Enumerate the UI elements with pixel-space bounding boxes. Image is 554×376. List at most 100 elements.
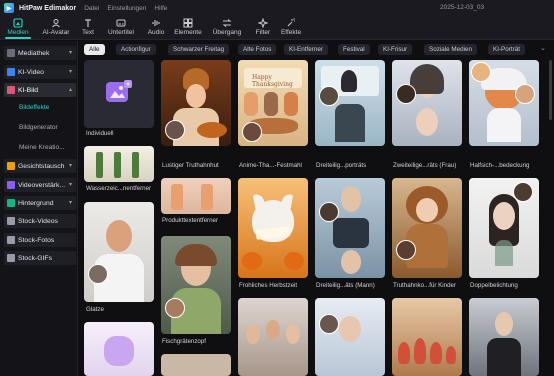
avatar	[515, 84, 535, 104]
sidebar-sub-image-effects[interactable]: Bildeffekte	[19, 104, 49, 111]
chevron-down-icon: ▾	[68, 200, 72, 206]
chip-social-media[interactable]: Soziale Medien	[424, 44, 478, 55]
card-matryoshka[interactable]	[392, 298, 462, 376]
chevron-down-icon: ▾	[68, 182, 72, 188]
tab-elements[interactable]: Elemente	[170, 18, 206, 36]
card-caption: Dreiteilig...porträts	[316, 162, 367, 169]
chevron-down-icon[interactable]: ⌄	[540, 44, 546, 52]
pumpkin-shape	[242, 252, 262, 270]
card-two-part-portrait-woman[interactable]	[392, 60, 462, 146]
sidebar-item-label: Mediathek	[18, 49, 50, 57]
cat-ear-shape	[252, 193, 266, 209]
chip-action-figure[interactable]: Actionfigur	[116, 44, 156, 55]
character-shape	[264, 92, 278, 116]
tab-audio[interactable]: Audio	[138, 18, 174, 36]
card-caption: Wasserzeic...nentferner	[86, 185, 152, 192]
sidebar-item-ai-video[interactable]: KI-Video ▾	[4, 65, 76, 79]
main-toolbar: Medien AI-Avatar Text Untertitel Audio E…	[0, 16, 554, 40]
enhance-icon	[7, 181, 15, 189]
text-icon	[85, 19, 91, 27]
app-logo-icon: ▶	[4, 3, 14, 13]
sidebar-item-label: KI-Bild	[18, 86, 39, 94]
chip-all[interactable]: Alle	[84, 44, 105, 55]
menu-help[interactable]: Hilfe	[154, 5, 167, 12]
folder-icon	[7, 49, 15, 57]
card-cute-creature[interactable]	[84, 322, 154, 376]
card-three-part-portrait-man[interactable]	[315, 178, 385, 278]
tab-media[interactable]: Medien	[0, 18, 36, 36]
sidebar-sub-image-generator[interactable]: Bildgenerator	[19, 124, 58, 131]
chip-ai-portrait[interactable]: KI-Porträt	[488, 44, 525, 55]
card-caption: Doppelbelichtung	[470, 282, 518, 289]
sidebar-item-ai-image[interactable]: KI-Bild ▴	[4, 83, 76, 97]
card-family-feast[interactable]	[238, 298, 308, 376]
face-shape	[246, 324, 260, 344]
exposure-overlay-shape	[495, 240, 513, 266]
tab-effects[interactable]: Effekte	[273, 18, 309, 36]
document-title: 2025-12-03_03	[440, 4, 485, 11]
body-shape	[333, 218, 369, 248]
tab-text[interactable]: Text	[70, 18, 106, 36]
card-caption: Produkttextentferner	[162, 217, 219, 224]
character-shape	[244, 92, 258, 116]
sidebar-item-face-swap[interactable]: Gesichtstausch ▾	[4, 159, 76, 173]
menu-file[interactable]: Datei	[84, 5, 99, 12]
chip-black-friday[interactable]: Schwarzer Freitag	[168, 44, 230, 55]
menu-settings[interactable]: Einstellungen	[107, 5, 146, 12]
transition-icon	[222, 19, 232, 27]
sidebar-item-video-enhancer[interactable]: Videoverstärk... ▾	[4, 178, 76, 192]
sidebar-item-background[interactable]: Hintergrund ▾	[4, 196, 76, 210]
card-double-exposure[interactable]	[469, 178, 539, 278]
doll-shape	[430, 342, 442, 364]
pumpkin-shape	[284, 252, 304, 270]
title-bar: ▶ HitPaw Edimakor Datei Einstellungen Hi…	[0, 0, 554, 16]
card-bald[interactable]	[84, 202, 154, 302]
face-swap-icon	[7, 162, 15, 170]
sidebar-item-label: Videoverstärk...	[18, 181, 66, 189]
tab-ai-avatar[interactable]: AI-Avatar	[38, 18, 74, 36]
character-shape	[284, 92, 298, 116]
sidebar-item-label: Stock-GIFs	[18, 254, 52, 262]
sidebar-sub-my-creations[interactable]: Meine Kreatio...	[19, 144, 65, 151]
chip-ai-remover[interactable]: KI-Entferner	[284, 44, 328, 55]
scrollbar[interactable]	[549, 60, 552, 120]
tab-transition[interactable]: Übergang	[209, 18, 245, 36]
card-caption: Lustiger Truthahnhut	[162, 162, 219, 169]
card-portrait-dark[interactable]	[469, 298, 539, 376]
card-turkey-costume-kids[interactable]	[392, 178, 462, 278]
subtitle-icon	[116, 19, 126, 27]
sidebar-item-label: Stock-Videos	[18, 217, 58, 225]
face-shape	[341, 186, 361, 212]
tab-transition-label: Übergang	[212, 29, 242, 36]
card-funny-turkey-hat[interactable]	[161, 60, 231, 146]
card-caption: Zweiteilige...räts (Frau)	[393, 162, 457, 169]
chip-festival[interactable]: Festival	[338, 44, 370, 55]
card-three-part-portrait[interactable]	[315, 60, 385, 146]
product-shape	[171, 184, 183, 210]
card-fishtail-braid[interactable]	[161, 236, 231, 334]
sidebar-item-stock-gifs[interactable]: Stock-GIFs	[4, 251, 76, 265]
card-caption: Anime-Tha...-Festmahl	[239, 162, 302, 169]
card-anime-thanksgiving-feast[interactable]: Happy Thanksgiving	[238, 60, 308, 146]
card-partial[interactable]	[161, 354, 231, 376]
card-watermark-remover[interactable]	[84, 146, 154, 182]
tab-media-label: Medien	[7, 29, 29, 36]
sticker-text: Happy Thanksgiving	[252, 74, 293, 88]
card-half-face-covering[interactable]	[469, 60, 539, 146]
tab-filter-label: Filter	[255, 29, 271, 36]
elements-icon	[183, 18, 193, 28]
face-shape	[493, 202, 515, 230]
tab-subtitles[interactable]: Untertitel	[103, 18, 139, 36]
sidebar-item-media-library[interactable]: Mediathek ▾	[4, 46, 76, 60]
chevron-down-icon: ▾	[68, 50, 72, 56]
card-winter-couple[interactable]	[315, 298, 385, 376]
card-custom[interactable]	[84, 60, 154, 128]
card-happy-autumn[interactable]	[238, 178, 308, 278]
sidebar-item-stock-photos[interactable]: Stock-Fotos	[4, 233, 76, 247]
sidebar-item-stock-videos[interactable]: Stock-Videos	[4, 214, 76, 228]
chip-old-photos[interactable]: Alte Fotos	[238, 44, 277, 55]
body-shape	[487, 338, 521, 376]
chip-ai-hairstyle[interactable]: KI-Frisur	[378, 44, 413, 55]
card-product-text-remover[interactable]	[161, 178, 231, 214]
avatar	[513, 182, 533, 202]
